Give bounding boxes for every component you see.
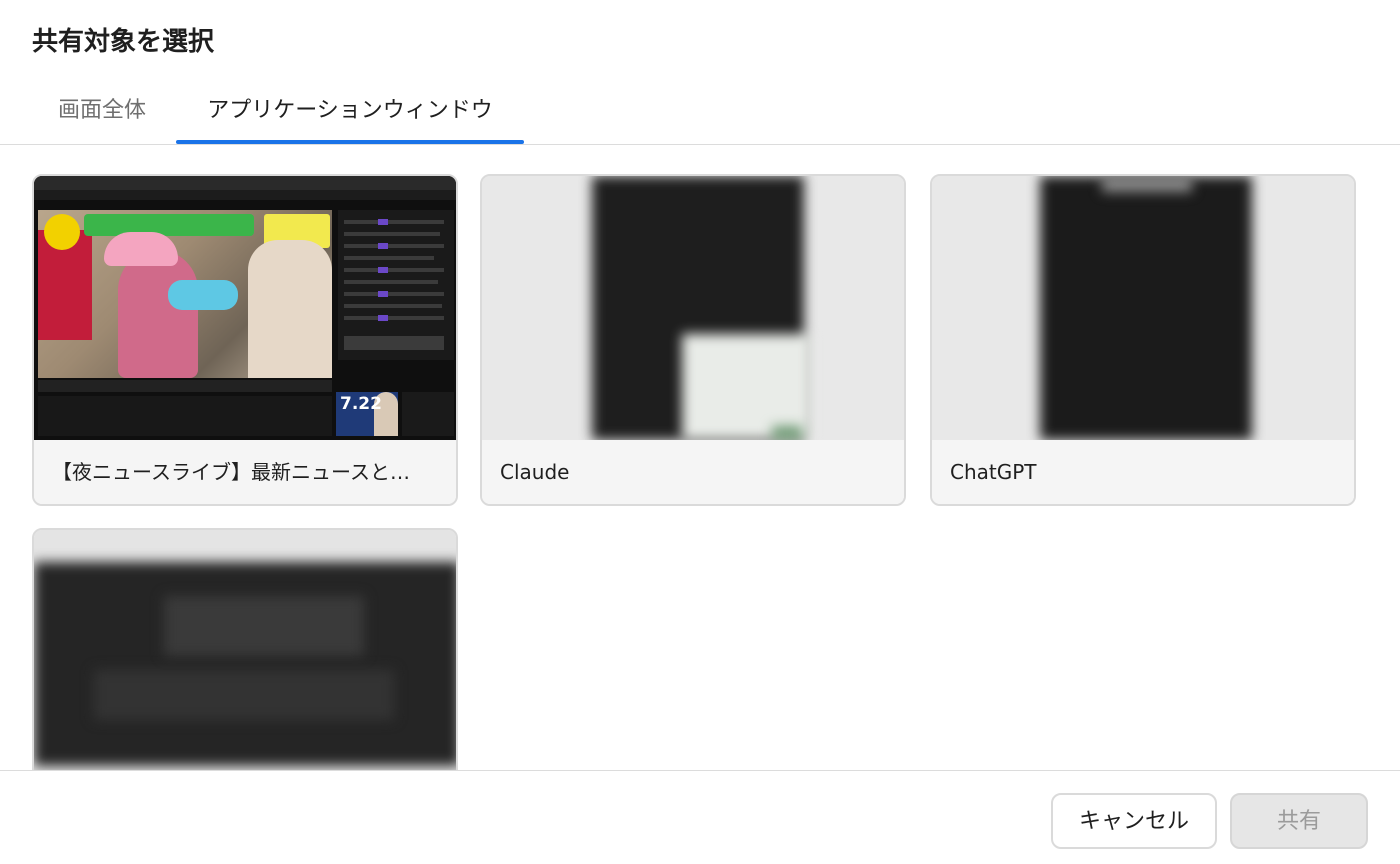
- thumbnail-browser-tabbar: [34, 176, 456, 190]
- window-grid[interactable]: 7.22 【夜ニュースライブ】最新ニュースと… Claude ChatGPT: [0, 146, 1400, 770]
- thumbnail-chat-line: [344, 292, 444, 296]
- thumbnail-blurred-window: [1040, 176, 1252, 440]
- thumbnail-chat-tag: [378, 315, 388, 321]
- thumbnail-chat-tag: [378, 267, 388, 273]
- tab-bar: 画面全体 アプリケーションウィンドウ: [0, 90, 1400, 145]
- thumbnail-blurred-panel: [164, 596, 364, 656]
- window-card-label: ChatGPT: [932, 440, 1354, 504]
- thumbnail-chat-line: [344, 256, 434, 260]
- share-button[interactable]: 共有: [1230, 793, 1368, 849]
- cancel-button[interactable]: キャンセル: [1051, 793, 1217, 849]
- thumbnail-chat-tag: [378, 219, 388, 225]
- thumbnail-blurred-panel: [682, 334, 812, 440]
- tab-application-window[interactable]: アプリケーションウィンドウ: [176, 90, 524, 144]
- thumbnail-pink-hat: [104, 232, 178, 266]
- thumbnail-chat-line: [344, 304, 442, 308]
- dialog-footer: キャンセル 共有: [0, 770, 1400, 864]
- window-card-chatgpt[interactable]: ChatGPT: [930, 174, 1356, 506]
- window-thumbnail: [932, 176, 1354, 440]
- thumbnail-chat-line: [344, 280, 438, 284]
- window-thumbnail: 7.22: [34, 176, 456, 440]
- thumbnail-green-banner: [84, 214, 254, 236]
- thumbnail-chat-line: [344, 316, 444, 320]
- thumbnail-chat-tag: [378, 243, 388, 249]
- window-card-claude[interactable]: Claude: [480, 174, 906, 506]
- thumbnail-chat-line: [344, 232, 440, 236]
- window-card-unnamed[interactable]: [32, 528, 458, 770]
- thumbnail-chat-tag: [378, 291, 388, 297]
- thumbnail-blurred-panel: [94, 670, 394, 720]
- thumbnail-adult-figure: [248, 240, 332, 378]
- thumbnail-yellow-mark: [44, 214, 80, 250]
- window-card-news-live[interactable]: 7.22 【夜ニュースライブ】最新ニュースと…: [32, 174, 458, 506]
- thumbnail-related-list: [402, 392, 454, 436]
- thumbnail-video-title-bar: [38, 380, 332, 392]
- thumbnail-blurred-accent: [772, 426, 802, 440]
- thumbnail-child-figure: [118, 250, 198, 378]
- thumbnail-video-frame: [38, 210, 332, 378]
- window-thumbnail: [34, 530, 456, 770]
- thumbnail-browser-urlbar: [34, 190, 456, 200]
- tab-entire-screen[interactable]: 画面全体: [58, 90, 158, 144]
- window-card-label: Claude: [482, 440, 904, 504]
- dialog-title: 共有対象を選択: [32, 27, 215, 57]
- thumbnail-date-text: 7.22: [340, 394, 382, 414]
- thumbnail-blurred-header: [1102, 176, 1192, 192]
- share-picker-dialog: 共有対象を選択 画面全体 アプリケーションウィンドウ 7.22 【夜ニュースライ…: [0, 0, 1400, 864]
- active-tab-indicator: [176, 140, 524, 144]
- thumbnail-chat-line: [344, 220, 444, 224]
- window-thumbnail: [482, 176, 904, 440]
- thumbnail-chat-line: [344, 244, 444, 248]
- window-card-label: 【夜ニュースライブ】最新ニュースと…: [34, 440, 456, 504]
- thumbnail-blurred-window: [34, 562, 456, 766]
- thumbnail-chat-line: [344, 336, 444, 350]
- thumbnail-bottle: [168, 280, 238, 310]
- thumbnail-video-description: [38, 396, 332, 436]
- thumbnail-chat-line: [344, 268, 444, 272]
